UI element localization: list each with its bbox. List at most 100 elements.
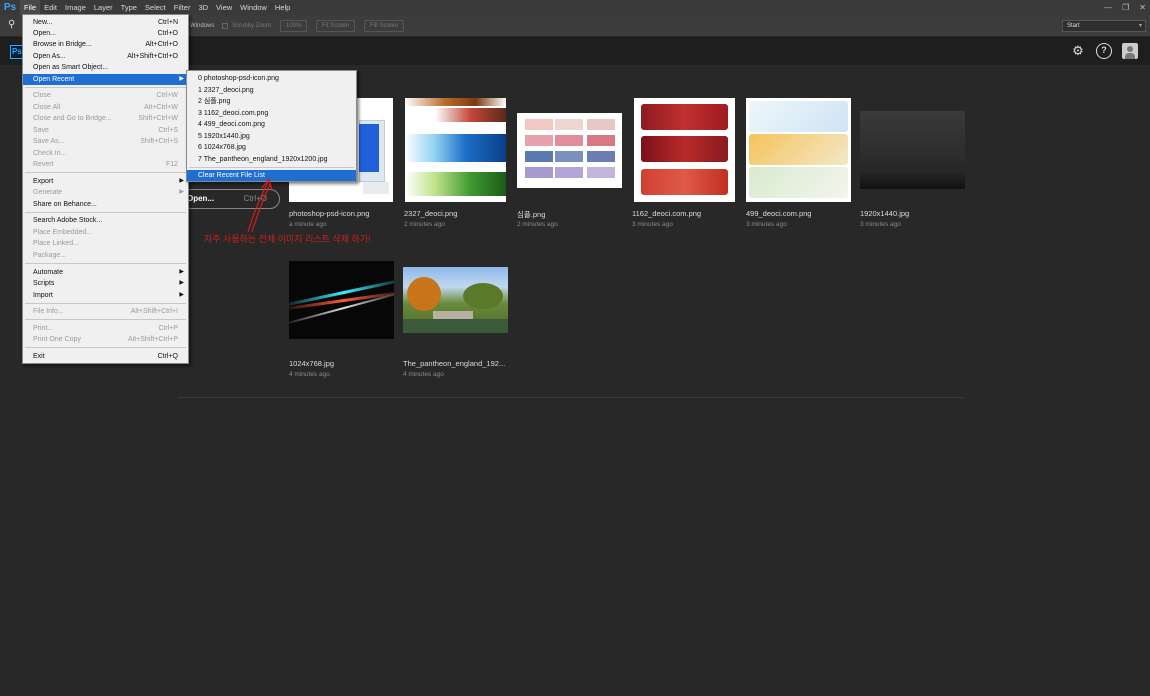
- menu-item-save[interactable]: Save Ctrl+S: [23, 125, 188, 136]
- menu-item-exit[interactable]: Exit Ctrl+Q: [23, 351, 188, 362]
- recent-menu-item[interactable]: 0 photoshop-psd-icon.png: [187, 73, 356, 84]
- swatch: [525, 151, 553, 162]
- menu-item-label: Browse in Bridge...: [33, 41, 92, 48]
- recent-menu-item[interactable]: 4 499_deoci.com.png: [187, 119, 356, 130]
- gear-icon[interactable]: ⚙: [1070, 43, 1086, 59]
- menu-item-file-info[interactable]: File Info... Alt+Shift+Ctrl+I: [23, 306, 188, 317]
- menu-item-close-all[interactable]: Close All Alt+Ctrl+W: [23, 102, 188, 113]
- stripe-green: [405, 172, 506, 196]
- menu-item-label: Save: [33, 127, 49, 134]
- recent-file-time: 3 minutes ago: [860, 221, 901, 228]
- menu-item-shortcut: Alt+Ctrl+O: [145, 41, 178, 48]
- menu-item-place-embedded[interactable]: Place Embedded...: [23, 227, 188, 238]
- menu-item-open-recent[interactable]: Open Recent ▶: [23, 74, 188, 85]
- menu-item-label: Scripts: [33, 280, 55, 287]
- recent-menu-item[interactable]: 3 1162_deoci.com.png: [187, 108, 356, 119]
- menu-separator: [25, 172, 186, 173]
- minimize-icon[interactable]: —: [1104, 3, 1112, 12]
- recent-menu-item[interactable]: 7 The_pantheon_england_1920x1200.jpg: [187, 154, 356, 165]
- menu-layer[interactable]: Layer: [90, 0, 117, 15]
- menu-image[interactable]: Image: [61, 0, 90, 15]
- avatar[interactable]: [1122, 43, 1138, 59]
- menu-edit[interactable]: Edit: [40, 0, 61, 15]
- workspace-select[interactable]: Start ▾: [1062, 20, 1146, 32]
- floor-shape: [860, 169, 965, 189]
- menu-item-search-adobe-stock[interactable]: Search Adobe Stock...: [23, 215, 188, 226]
- menu-item-label: Print...: [33, 325, 54, 332]
- menu-item-generate[interactable]: Generate ▶: [23, 187, 188, 198]
- menu-separator: [25, 263, 186, 264]
- menu-item-shortcut: Ctrl+S: [158, 127, 178, 134]
- recent-file-time: 3 minutes ago: [746, 221, 787, 228]
- restore-icon[interactable]: ❐: [1122, 3, 1129, 12]
- menu-item-label: Exit: [33, 353, 45, 360]
- recent-file-time: a minute ago: [289, 221, 327, 228]
- menu-item-shortcut: Ctrl+O: [157, 30, 178, 37]
- recent-file-time: 3 minutes ago: [632, 221, 673, 228]
- menu-help[interactable]: Help: [271, 0, 294, 15]
- menu-item-browse-in-bridge[interactable]: Browse in Bridge... Alt+Ctrl+O: [23, 39, 188, 50]
- fill-screen-button[interactable]: Fill Screen: [364, 20, 405, 32]
- recent-file-name: The_pantheon_england_192...: [403, 359, 506, 368]
- menu-select[interactable]: Select: [141, 0, 170, 15]
- menu-item-close[interactable]: Close Ctrl+W: [23, 90, 188, 101]
- recent-file-name: 499_deoci.com.png: [746, 209, 812, 218]
- swatch: [555, 119, 583, 130]
- help-icon[interactable]: ?: [1096, 43, 1112, 59]
- menu-item-label: Open As...: [33, 53, 66, 60]
- annotation-arrow-icon: [247, 177, 273, 233]
- menu-separator: [25, 347, 186, 348]
- recent-menu-item[interactable]: 6 1024x768.jpg: [187, 142, 356, 153]
- close-icon[interactable]: ✕: [1139, 3, 1146, 12]
- submenu-arrow-icon: ▶: [179, 178, 184, 184]
- menu-item-print[interactable]: Print... Ctrl+P: [23, 323, 188, 334]
- recent-file-time: 4 minutes ago: [403, 371, 444, 378]
- window-controls: — ❐ ✕: [1104, 0, 1146, 15]
- recent-menu-item[interactable]: 1 2327_deoci.png: [187, 85, 356, 96]
- menu-item-shortcut: Alt+Shift+Ctrl+P: [128, 336, 178, 343]
- submenu-arrow-icon: ▶: [179, 280, 184, 286]
- menu-item-scripts[interactable]: Scripts ▶: [23, 278, 188, 289]
- zoom-tool-icon[interactable]: ⚲: [8, 19, 15, 30]
- fit-screen-button[interactable]: Fit Screen: [316, 20, 356, 32]
- scrubby-zoom-checkbox[interactable]: [222, 23, 228, 29]
- menu-item-check-in[interactable]: Check In...: [23, 148, 188, 159]
- menu-3d[interactable]: 3D: [194, 0, 212, 15]
- menu-item-print-one-copy[interactable]: Print One Copy Alt+Shift+Ctrl+P: [23, 334, 188, 345]
- menu-item-revert[interactable]: Revert F12: [23, 159, 188, 170]
- menu-item-open[interactable]: Open... Ctrl+O: [23, 28, 188, 39]
- recent-file-name: 1024x768.jpg: [289, 359, 335, 368]
- recent-file-name: 2327_deoci.png: [404, 209, 458, 218]
- menu-item-label: Open...: [33, 30, 56, 37]
- menu-type[interactable]: Type: [117, 0, 141, 15]
- swatch: [555, 151, 583, 162]
- menu-item-import[interactable]: Import ▶: [23, 290, 188, 301]
- zoom-100-button[interactable]: 100%: [280, 20, 308, 32]
- recent-menu-item[interactable]: 5 1920x1440.jpg: [187, 131, 356, 142]
- swatch: [587, 167, 615, 178]
- menu-item-open-as-smart-object[interactable]: Open as Smart Object...: [23, 62, 188, 73]
- menu-item-label: Generate: [33, 189, 63, 196]
- menu-item-place-linked[interactable]: Place Linked...: [23, 238, 188, 249]
- recent-file-name: 심플.png: [517, 210, 546, 219]
- menu-item-automate[interactable]: Automate ▶: [23, 267, 188, 278]
- menu-item-shortcut: Shift+Ctrl+S: [140, 138, 178, 145]
- menu-item-new[interactable]: New... Ctrl+N: [23, 17, 188, 28]
- menu-item-open-as[interactable]: Open As... Alt+Shift+Ctrl+O: [23, 51, 188, 62]
- menu-file[interactable]: File: [20, 0, 41, 15]
- menu-item-share-on-behance[interactable]: Share on Behance...: [23, 199, 188, 210]
- menu-item-export[interactable]: Export ▶: [23, 176, 188, 187]
- menu-filter[interactable]: Filter: [170, 0, 195, 15]
- menu-item-close-and-go-to-bridge[interactable]: Close and Go to Bridge... Shift+Ctrl+W: [23, 113, 188, 124]
- menu-item-save-as[interactable]: Save As... Shift+Ctrl+S: [23, 136, 188, 147]
- recent-file-name: photoshop-psd-icon.png: [289, 209, 370, 218]
- bridge-shape: [433, 311, 473, 319]
- banner-blue-leaves: [749, 101, 848, 132]
- menu-item-label: Place Embedded...: [33, 229, 93, 236]
- banner-red: [641, 104, 728, 130]
- recent-menu-item[interactable]: 2 심플.png: [187, 96, 356, 107]
- menu-item-shortcut: Shift+Ctrl+W: [138, 115, 178, 122]
- menu-item-package[interactable]: Package...: [23, 250, 188, 261]
- menu-view[interactable]: View: [212, 0, 236, 15]
- menu-window[interactable]: Window: [236, 0, 271, 15]
